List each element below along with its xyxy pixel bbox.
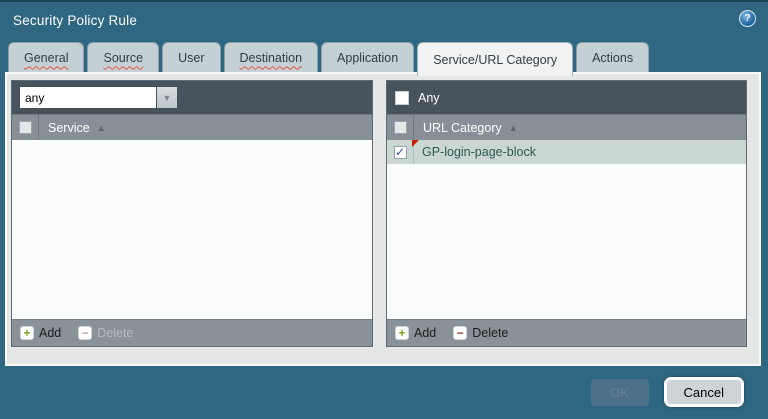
service-dropdown-input[interactable]: [19, 86, 157, 109]
service-panel-footer: + Add − Delete: [12, 319, 372, 346]
add-icon: +: [395, 326, 409, 340]
tab-source[interactable]: Source: [87, 42, 160, 72]
url-any-checkbox[interactable]: [395, 90, 409, 105]
service-select-all-checkbox[interactable]: [18, 121, 32, 134]
tab-application[interactable]: Application: [321, 42, 415, 72]
dialog-title: Security Policy Rule: [13, 13, 138, 28]
url-category-column-label: URL Category: [423, 120, 502, 135]
tab-label: Destination: [239, 50, 303, 65]
service-dropdown: ▼: [19, 86, 178, 109]
tab-destination[interactable]: Destination: [223, 42, 319, 72]
chevron-down-icon: ▼: [162, 92, 172, 103]
url-category-panel: Any URL Category ▲ ✓ GP-login-page-block…: [386, 80, 747, 347]
url-category-panel-footer: + Add − Delete: [387, 319, 746, 346]
service-column-header: Service ▲: [12, 114, 372, 140]
delete-icon: −: [453, 326, 468, 340]
tab-content: ▼ Service ▲ + Add: [5, 72, 761, 366]
check-icon: ✓: [394, 144, 406, 159]
service-list: [12, 140, 372, 319]
tab-service-url-category[interactable]: Service/URL Category: [417, 42, 574, 76]
tab-label: Application: [337, 50, 399, 65]
ok-button[interactable]: OK: [590, 378, 649, 406]
sort-asc-icon[interactable]: ▲: [97, 123, 106, 133]
url-category-row[interactable]: ✓ GP-login-page-block: [387, 140, 746, 164]
help-icon[interactable]: ?: [739, 10, 756, 27]
url-category-list: ✓ GP-login-page-block: [387, 140, 746, 319]
url-select-all-checkbox[interactable]: [393, 121, 407, 134]
url-any-label: Any: [418, 90, 440, 105]
sort-asc-icon[interactable]: ▲: [509, 123, 518, 133]
row-checkbox[interactable]: ✓: [393, 144, 407, 159]
delete-icon: −: [78, 326, 93, 340]
service-dropdown-button[interactable]: ▼: [157, 86, 178, 109]
service-column-label: Service: [48, 120, 90, 135]
cancel-button[interactable]: Cancel: [663, 377, 744, 407]
url-category-name: GP-login-page-block: [422, 145, 536, 159]
dialog-buttons: OK Cancel: [590, 377, 744, 407]
url-category-column-header: URL Category ▲: [387, 114, 746, 140]
url-delete-button[interactable]: − Delete: [453, 326, 508, 340]
tab-actions[interactable]: Actions: [576, 42, 650, 72]
tab-label: General: [24, 50, 69, 65]
add-icon: +: [20, 326, 34, 340]
service-panel-header: ▼: [12, 81, 372, 114]
url-add-button[interactable]: + Add: [395, 326, 436, 340]
tab-bar: General Source User Destination Applicat…: [8, 42, 762, 76]
tab-label: Actions: [592, 50, 634, 65]
tab-general[interactable]: General: [8, 42, 85, 72]
title-bar: Security Policy Rule ?: [0, 0, 768, 42]
service-add-button[interactable]: + Add: [20, 326, 61, 340]
service-panel: ▼ Service ▲ + Add: [11, 80, 373, 347]
modified-marker-icon: [412, 140, 419, 147]
tab-user[interactable]: User: [162, 42, 221, 72]
tab-label: User: [178, 50, 205, 65]
tab-label: Source: [103, 50, 144, 65]
service-delete-button[interactable]: − Delete: [78, 326, 133, 340]
url-category-panel-header: Any: [387, 81, 746, 114]
tab-label: Service/URL Category: [433, 52, 558, 67]
